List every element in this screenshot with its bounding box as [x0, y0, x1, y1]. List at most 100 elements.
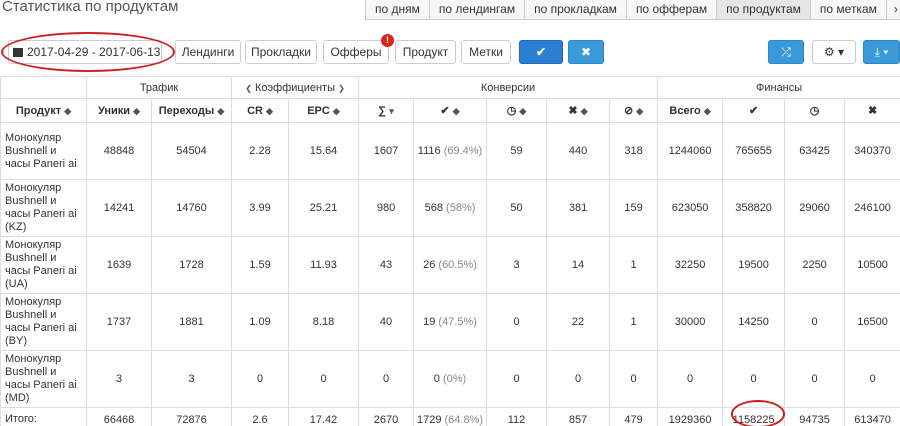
product-name: Монокуляр Bushnell и часы Paneri ai (UA) [0, 236, 87, 294]
col-sum[interactable]: ∑ ▾ [358, 98, 415, 123]
clock-icon: ◷ [506, 105, 517, 117]
prelands-filter-button[interactable]: Прокладки [245, 40, 317, 64]
group-traffic: Трафик [85, 76, 233, 99]
col-rejected[interactable]: ✖ ◆ [546, 98, 611, 123]
close-icon: ✖ [568, 105, 578, 117]
tab-by-tags[interactable]: по меткам [809, 0, 887, 20]
table-body: Монокуляр Bushnell и часы Paneri ai 4884… [0, 122, 900, 426]
fin-hold-cell: 29060 [784, 179, 846, 237]
reset-filters-button[interactable]: ✖ [568, 40, 604, 64]
cr-cell: 1.59 [231, 236, 290, 294]
chevron-left-icon[interactable]: ❮ [245, 84, 252, 93]
col-fin-hold[interactable]: ◷ [784, 98, 846, 123]
col-epc[interactable]: EPC ◆ [288, 98, 360, 123]
export-dropdown[interactable]: ⤓ ▾ [863, 40, 900, 64]
clicks-total: 72876 [150, 407, 233, 426]
clicks-cell: 54504 [150, 122, 233, 180]
shuffle-icon: ⤮ [781, 45, 791, 59]
tab-by-offers[interactable]: по офферам [625, 0, 718, 20]
close-icon: ✖ [867, 105, 878, 117]
hold-cell: 3 [486, 236, 548, 294]
col-hold[interactable]: ◷ ◆ [486, 98, 548, 123]
offers-filter-button[interactable]: Офферы [323, 40, 389, 64]
hold-cell: 59 [486, 122, 548, 180]
col-trash[interactable]: ⊘ ◆ [609, 98, 659, 123]
uniques-cell: 1737 [86, 293, 152, 351]
col-approved[interactable]: ✔ ◆ [413, 98, 488, 123]
tab-by-landings[interactable]: по лендингам [428, 0, 526, 20]
fin-rejected-cell: 0 [844, 350, 900, 408]
rejected-cell: 22 [546, 293, 611, 351]
table-row: Монокуляр Bushnell и часы Paneri ai (UA)… [0, 236, 900, 294]
clicks-cell: 14760 [150, 179, 233, 237]
apply-filters-button[interactable]: ✔ [519, 40, 563, 64]
total-total: 1929360 [657, 407, 724, 426]
fin-rejected-cell: 10500 [844, 236, 900, 294]
epc-total: 17.42 [288, 407, 360, 426]
fin-rejected-cell: 16500 [844, 293, 900, 351]
col-total[interactable]: Всего ◆ [657, 98, 724, 123]
sort-icon: ◆ [133, 105, 141, 116]
cr-total: 2.6 [231, 407, 290, 426]
total-cell: 32250 [657, 236, 724, 294]
clicks-cell: 1881 [150, 293, 233, 351]
chevron-right-icon[interactable]: ❯ [338, 84, 345, 93]
sort-icon: ◆ [580, 106, 588, 116]
trash-total: 479 [609, 407, 659, 426]
epc-cell: 8.18 [288, 293, 360, 351]
tab-by-products[interactable]: по продуктам [716, 0, 811, 20]
tab-by-prelands[interactable]: по прокладкам [524, 0, 627, 20]
approved-total: 1729 (64.8%) [413, 407, 488, 426]
close-icon: ✖ [580, 45, 592, 59]
tabs-next-arrow[interactable]: › [885, 0, 900, 20]
group-empty [0, 76, 87, 99]
group-coefficients: ❮ Коэффициенты ❯ [231, 76, 360, 99]
download-icon: ⤓ ▾ [874, 45, 889, 59]
ban-icon: ⊘ [623, 105, 634, 117]
column-group-row: Трафик ❮ Коэффициенты ❯ Конверсии Финанс… [0, 76, 900, 99]
fin-approved-cell: 358820 [722, 179, 786, 237]
epc-cell: 25.21 [288, 179, 360, 237]
epc-cell: 15.64 [288, 122, 360, 180]
uniques-cell: 48848 [86, 122, 152, 180]
sum-total: 2670 [358, 407, 415, 426]
col-uniques[interactable]: Уники ◆ [86, 98, 152, 123]
trash-cell: 1 [609, 236, 659, 294]
fin-hold-total: 94735 [784, 407, 846, 426]
col-fin-rejected[interactable]: ✖ [844, 98, 900, 123]
table-row: Монокуляр Bushnell и часы Paneri ai (MD)… [0, 350, 900, 408]
trash-cell: 1 [609, 293, 659, 351]
fin-hold-cell: 2250 [784, 236, 846, 294]
fin-hold-cell: 0 [784, 293, 846, 351]
table-row: Монокуляр Bushnell и часы Paneri ai (BY)… [0, 293, 900, 351]
tags-filter-button[interactable]: Метки [461, 40, 511, 64]
tab-by-days[interactable]: по дням [365, 0, 430, 20]
shuffle-button[interactable]: ⤮ [768, 40, 804, 64]
check-icon: ✔ [748, 105, 759, 117]
settings-dropdown[interactable]: ⚙ ▾ [812, 40, 856, 64]
col-fin-approved[interactable]: ✔ [722, 98, 786, 123]
rejected-cell: 14 [546, 236, 611, 294]
approved-cell: 19 (47.5%) [413, 293, 488, 351]
rejected-total: 857 [546, 407, 611, 426]
date-annotation-circle [1, 32, 175, 72]
sort-icon: ◆ [636, 106, 644, 116]
col-cr[interactable]: CR ◆ [231, 98, 290, 123]
fin-approved-cell: 0 [722, 350, 786, 408]
uniques-cell: 1639 [86, 236, 152, 294]
fin-hold-cell: 0 [784, 350, 846, 408]
uniques-total: 66468 [86, 407, 152, 426]
hold-cell: 0 [486, 293, 548, 351]
col-product[interactable]: Продукт ◆ [0, 98, 87, 123]
check-icon: ✔ [535, 45, 547, 59]
fin-approved-cell: 14250 [722, 293, 786, 351]
sort-icon: ◆ [703, 105, 711, 116]
group-conversions: Конверсии [358, 76, 659, 99]
cr-cell: 2.28 [231, 122, 290, 180]
product-filter-button[interactable]: Продукт [395, 40, 456, 64]
landings-filter-button[interactable]: Лендинги [175, 40, 241, 64]
approved-cell: 26 (60.5%) [413, 236, 488, 294]
col-clicks[interactable]: Переходы ◆ [150, 98, 233, 123]
rejected-cell: 440 [546, 122, 611, 180]
product-name: Монокуляр Bushnell и часы Paneri ai (BY) [0, 293, 87, 351]
